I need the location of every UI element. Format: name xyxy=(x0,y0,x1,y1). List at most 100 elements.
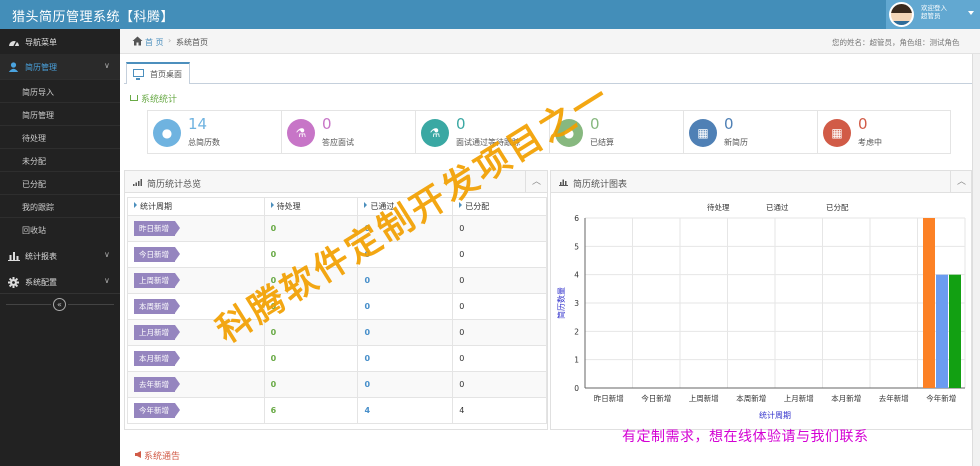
table-row: 本周新增 0 0 0 xyxy=(127,293,547,320)
avatar[interactable] xyxy=(889,2,914,27)
caret-down-icon[interactable] xyxy=(968,11,974,15)
period-tag[interactable]: 去年新增 xyxy=(134,377,180,392)
table-cell: 0 xyxy=(452,267,547,294)
sidebar-subitem-manage[interactable]: 简历管理 xyxy=(0,102,120,125)
app-title[interactable]: 猎头简历管理系统【科腾】 xyxy=(12,6,174,25)
stats-section-title: 系统统计 xyxy=(130,92,177,105)
sidebar-item-settings[interactable]: 系统配置 ∨ xyxy=(0,269,120,294)
collapse-sidebar-button[interactable]: « xyxy=(53,298,66,311)
scrollbar[interactable] xyxy=(972,54,980,466)
passed-count: 0 xyxy=(364,276,371,285)
calendar-icon: ▦ xyxy=(689,119,717,147)
assigned-count: 0 xyxy=(459,276,465,285)
y-tick-label: 0 xyxy=(574,384,579,393)
stat-card[interactable]: ⚗ 0 答应面试 xyxy=(281,110,415,154)
passed-count: 0 xyxy=(364,302,371,311)
sidebar-subitem-recycle-bin[interactable]: 回收站 xyxy=(0,217,120,240)
breadcrumb-home-link[interactable]: 首 页 xyxy=(145,37,164,48)
table-cell: 0 xyxy=(357,293,454,320)
sidebar-subitem-label: 简历管理 xyxy=(22,111,54,120)
table-cell: 0 xyxy=(452,215,547,242)
assigned-count: 0 xyxy=(459,224,465,233)
home-icon[interactable] xyxy=(132,36,143,46)
table-cell: 0 xyxy=(357,267,454,294)
monitor-icon xyxy=(133,69,144,80)
x-tick-label: 本月新增 xyxy=(831,393,861,403)
x-tick-label: 上周新增 xyxy=(689,393,719,403)
period-tag[interactable]: 昨日新增 xyxy=(134,221,180,236)
table-cell: 6 xyxy=(263,397,359,424)
tab-home-desktop[interactable]: 首页桌面 xyxy=(126,62,190,84)
sidebar-subitem-assigned[interactable]: 已分配 xyxy=(0,171,120,194)
user-menu[interactable]: 欢迎登入 超管员 xyxy=(886,0,980,29)
stat-label: 考虑中 xyxy=(858,138,882,147)
sidebar-subitem-label: 回收站 xyxy=(22,226,46,235)
assigned-count: 0 xyxy=(459,250,465,259)
table-cell: 0 xyxy=(357,345,454,372)
column-header-label: 待处理 xyxy=(276,202,301,211)
column-header[interactable]: 统计周期 xyxy=(127,197,265,216)
sidebar-item-reports[interactable]: 统计报表 ∨ xyxy=(0,243,120,268)
chat-icon: ● xyxy=(153,119,181,147)
stat-label: 新简历 xyxy=(724,138,748,147)
stat-card[interactable]: ● 14 总简历数 xyxy=(147,110,281,154)
contact-banner[interactable]: 有定制需求，想在线体验请与我们联系 xyxy=(622,426,869,446)
sidebar-collapse-bar: « xyxy=(0,293,120,313)
sidebar-subitem-label: 已分配 xyxy=(22,180,46,189)
calendar-icon: ▦ xyxy=(823,119,851,147)
bar-已通过 xyxy=(936,274,948,388)
table-row: 去年新增 0 0 0 xyxy=(127,371,547,398)
chart-panel-title: 简历统计图表 xyxy=(573,180,628,190)
x-tick-label: 上月新增 xyxy=(784,393,814,403)
table-cell: 4 xyxy=(357,397,454,424)
sidebar-item-label: 简历管理 xyxy=(25,63,57,72)
y-tick-label: 4 xyxy=(574,271,579,280)
sidebar-item-label: 导航菜单 xyxy=(25,38,57,47)
stat-value: 0 xyxy=(858,115,868,133)
x-axis-label: 统计周期 xyxy=(759,410,791,420)
breadcrumb: 首 页 › 系统首页 您的姓名：超管员，角色组：测试角色 xyxy=(120,29,980,54)
period-tag[interactable]: 本月新增 xyxy=(134,351,180,366)
sidebar-item-resume-management[interactable]: 简历管理 ∨ xyxy=(0,54,120,79)
passed-count: 0 xyxy=(364,354,371,363)
stat-label: 已结算 xyxy=(590,138,614,147)
collapse-panel-button[interactable]: ︿ xyxy=(950,171,972,193)
x-tick-label: 今日新增 xyxy=(641,393,671,403)
table-cell: 4 xyxy=(452,397,547,424)
table-cell: 0 xyxy=(452,345,547,372)
period-tag[interactable]: 今年新增 xyxy=(134,403,180,418)
passed-count: 0 xyxy=(364,328,371,337)
sidebar-item-nav-menu[interactable]: 导航菜单 xyxy=(0,29,120,54)
sidebar-subitem-pending[interactable]: 待处理 xyxy=(0,125,120,148)
bar-待处理 xyxy=(923,218,935,388)
sidebar-subitem-label: 我的跟踪 xyxy=(22,203,54,212)
period-tag[interactable]: 上月新增 xyxy=(134,325,180,340)
period-tag[interactable]: 今日新增 xyxy=(134,247,180,262)
column-header[interactable]: 待处理 xyxy=(263,197,359,216)
stat-card[interactable]: ▦ 0 考虑中 xyxy=(817,110,951,154)
stat-label: 答应面试 xyxy=(322,138,354,147)
bar-已分配 xyxy=(949,274,961,388)
table-row: 上月新增 0 0 0 xyxy=(127,319,547,346)
user-welcome: 欢迎登入 超管员 xyxy=(921,4,947,20)
period-tag[interactable]: 上周新增 xyxy=(134,273,180,288)
sidebar-subitem-unassigned[interactable]: 未分配 xyxy=(0,148,120,171)
y-tick-label: 3 xyxy=(574,299,579,308)
assigned-count: 4 xyxy=(459,406,465,415)
y-axis-label: 简历数量 xyxy=(556,287,566,319)
x-tick-label: 昨日新增 xyxy=(594,393,624,403)
table-cell: 0 xyxy=(452,319,547,346)
collapse-panel-button[interactable]: ︿ xyxy=(525,171,547,193)
period-tag[interactable]: 本周新增 xyxy=(134,299,180,314)
stat-label: 总简历数 xyxy=(188,138,220,147)
bar-chart-icon xyxy=(559,179,568,186)
stat-card[interactable]: ▦ 0 新简历 xyxy=(683,110,817,154)
user-name: 超管员 xyxy=(921,12,941,20)
y-tick-label: 1 xyxy=(574,356,579,365)
chevron-down-icon: ∨ xyxy=(104,276,110,285)
system-notice-title: 系统通告 xyxy=(135,449,180,462)
sidebar-subitem-tracking[interactable]: 我的跟踪 xyxy=(0,194,120,217)
y-tick-label: 6 xyxy=(574,214,579,223)
sidebar-subitem-import[interactable]: 简历导入 xyxy=(0,79,120,102)
y-tick-label: 2 xyxy=(574,327,579,336)
